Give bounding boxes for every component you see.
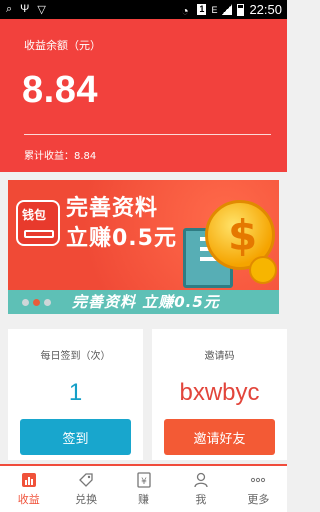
bar-chart-icon bbox=[20, 471, 38, 489]
header-divider bbox=[24, 134, 271, 135]
key-icon bbox=[24, 230, 54, 238]
banner-title-line2: 立赚0.5元 bbox=[66, 226, 177, 251]
status-bar: ⌕ Ψ ▽ ◔ 1 E 22:50 bbox=[0, 0, 287, 19]
wifi-icon: ◔ bbox=[181, 4, 189, 18]
signin-card: 每日签到（次） 1 签到 bbox=[8, 329, 143, 460]
coin-icon bbox=[249, 256, 277, 284]
more-icon bbox=[249, 471, 267, 489]
carousel-dots[interactable] bbox=[22, 299, 51, 306]
invite-code: bxwbyc bbox=[179, 379, 260, 406]
network-type: E bbox=[211, 4, 218, 15]
carousel-dot-active[interactable] bbox=[33, 299, 40, 306]
tab-label: 兑换 bbox=[75, 493, 98, 506]
money-icon: ¥ bbox=[135, 471, 153, 489]
invite-title: 邀请码 bbox=[204, 351, 235, 362]
carousel-dot[interactable] bbox=[44, 299, 51, 306]
signin-button[interactable]: 签到 bbox=[20, 419, 131, 455]
tab-label: 收益 bbox=[17, 493, 40, 506]
clock: 22:50 bbox=[249, 2, 282, 17]
tab-earn[interactable]: ¥ 赚 bbox=[115, 466, 172, 512]
tab-earnings[interactable]: 收益 bbox=[0, 466, 57, 512]
total-earnings: 累计收益：8.84 bbox=[24, 151, 97, 162]
search-icon: ⌕ bbox=[6, 3, 13, 15]
battery-icon bbox=[237, 3, 245, 16]
wallet-icon: 钱包 bbox=[16, 200, 60, 246]
tab-label: 我 bbox=[195, 493, 207, 506]
promo-banner[interactable]: 钱包 完善资料 立赚0.5元 $ 完善资料 立赚0.5元 bbox=[8, 180, 279, 314]
banner-title-line1: 完善资料 bbox=[66, 196, 159, 221]
signin-count: 1 bbox=[68, 379, 83, 406]
tab-exchange[interactable]: 兑换 bbox=[57, 466, 114, 512]
signal-icon bbox=[222, 4, 233, 15]
bottom-tab-bar: 收益 兑换 ¥ 赚 我 更多 bbox=[0, 464, 287, 512]
tab-label: 更多 bbox=[247, 493, 270, 506]
balance-label: 收益余额（元） bbox=[24, 39, 101, 52]
carousel-dot[interactable] bbox=[22, 299, 29, 306]
tab-me[interactable]: 我 bbox=[172, 466, 229, 512]
user-icon bbox=[192, 471, 210, 489]
tag-icon bbox=[77, 471, 95, 489]
banner-caption: 完善资料 立赚0.5元 bbox=[72, 293, 220, 311]
invite-friends-button[interactable]: 邀请好友 bbox=[164, 419, 275, 455]
signin-title: 每日签到（次） bbox=[40, 351, 111, 362]
balance-amount: 8.84 bbox=[22, 69, 98, 111]
tab-more[interactable]: 更多 bbox=[230, 466, 287, 512]
svg-text:¥: ¥ bbox=[141, 477, 147, 487]
usb-icon: Ψ bbox=[20, 3, 30, 15]
sim-badge: 1 bbox=[197, 4, 207, 15]
earnings-header: 收益余额（元） 8.84 累计收益：8.84 bbox=[0, 19, 287, 172]
tab-label: 赚 bbox=[138, 493, 150, 506]
shield-icon: ▽ bbox=[37, 4, 46, 16]
wallet-label: 钱包 bbox=[22, 208, 47, 222]
invite-card: 邀请码 bxwbyc 邀请好友 bbox=[152, 329, 287, 460]
